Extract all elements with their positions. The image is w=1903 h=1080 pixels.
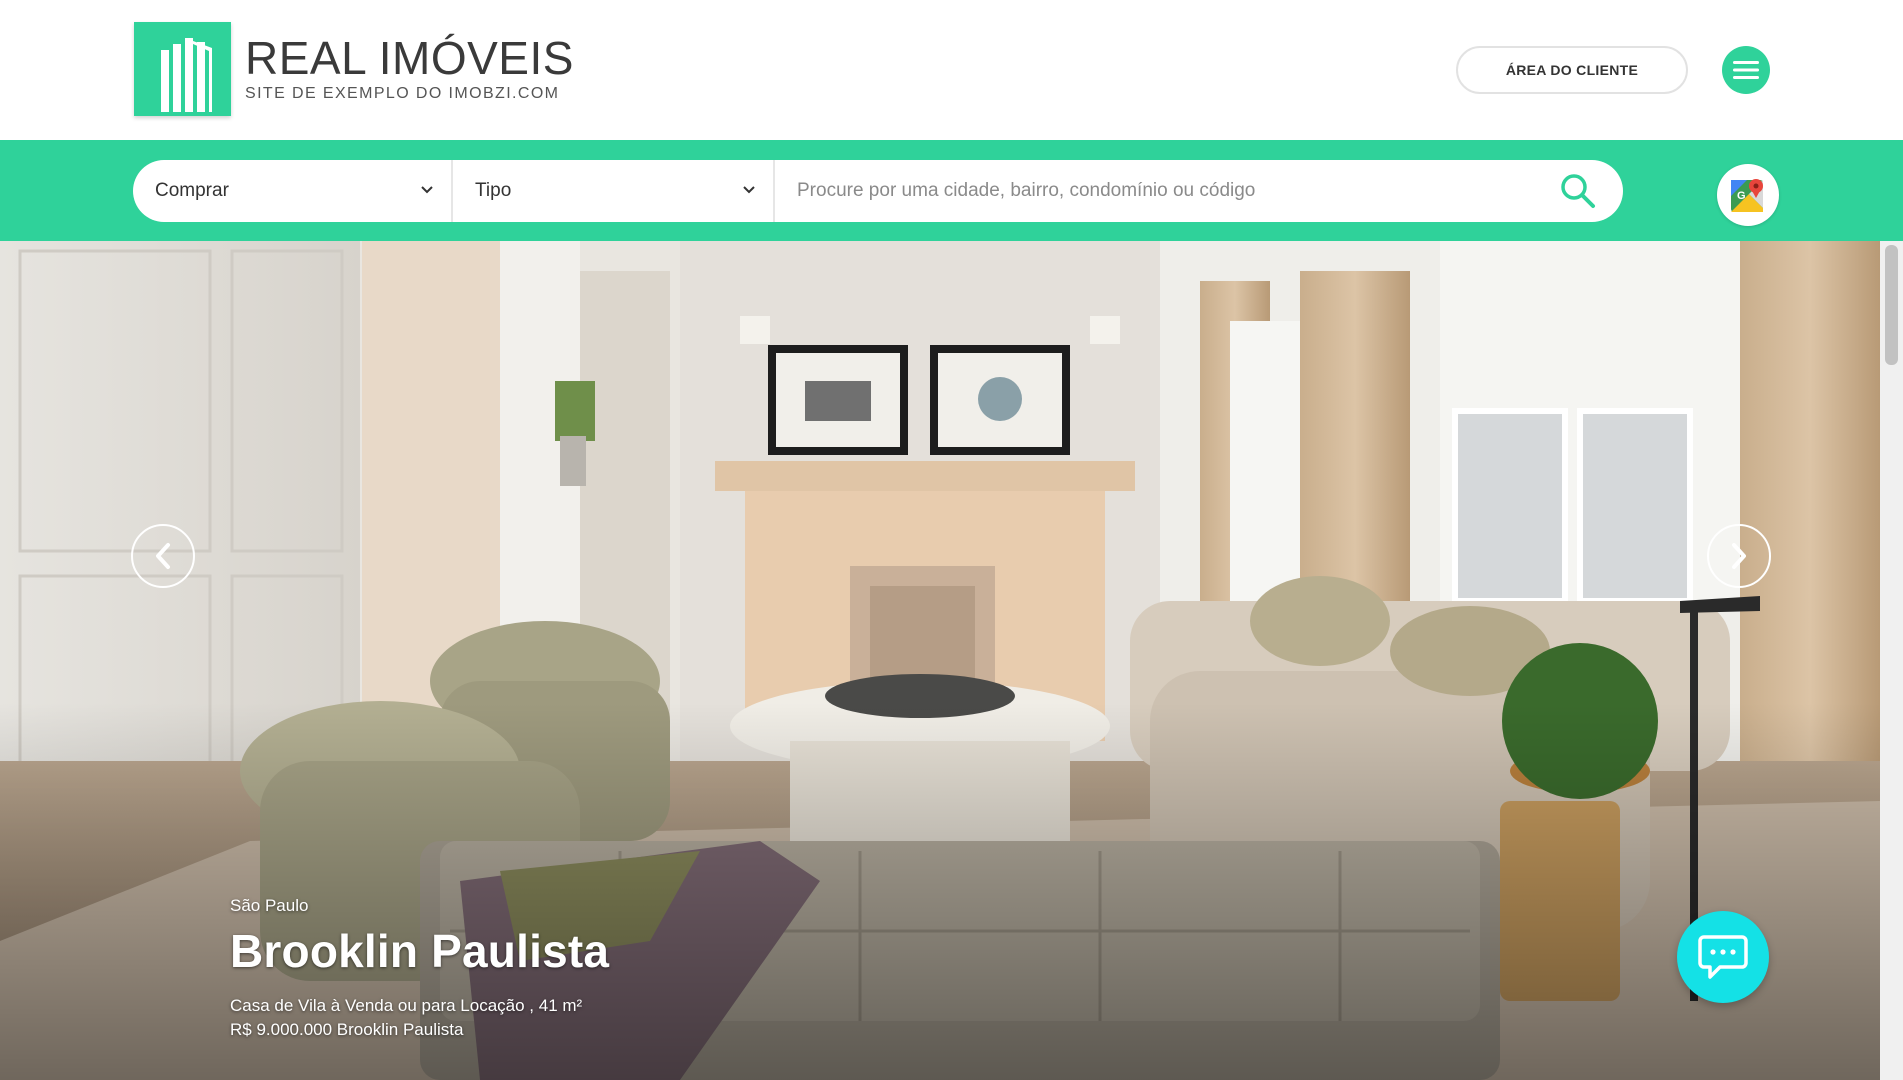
search-box: Comprar Tipo (133, 160, 1623, 222)
chevron-down-icon (421, 186, 433, 194)
transaction-select-value: Comprar (155, 180, 229, 201)
hero-slider[interactable]: São Paulo Brooklin Paulista Casa de Vila… (0, 241, 1880, 1080)
building-logo-icon (134, 22, 231, 116)
search-icon (1561, 174, 1595, 208)
hero-caption[interactable]: São Paulo Brooklin Paulista Casa de Vila… (230, 896, 609, 1040)
map-search-button[interactable]: G (1717, 164, 1779, 226)
google-maps-icon: G (1731, 179, 1763, 212)
hero-city: São Paulo (230, 896, 309, 915)
hamburger-icon (1733, 61, 1759, 79)
search-input[interactable] (775, 160, 1533, 222)
type-select[interactable]: Tipo (453, 160, 775, 222)
site-header: REAL IMÓVEIS SITE DE EXEMPLO DO IMOBZI.C… (0, 0, 1903, 140)
hero-price: R$ 9.000.000 Brooklin Paulista (230, 1020, 464, 1039)
chevron-down-icon (743, 186, 755, 194)
chevron-right-icon (1732, 543, 1746, 569)
brand-title: REAL IMÓVEIS (245, 32, 574, 84)
chevron-left-icon (156, 543, 170, 569)
menu-button[interactable] (1722, 46, 1770, 94)
slider-prev-button[interactable] (131, 524, 195, 588)
scrollbar-thumb[interactable] (1885, 245, 1898, 365)
page-scrollbar[interactable] (1880, 241, 1903, 1080)
search-bar: Comprar Tipo G (0, 140, 1903, 241)
chat-bubble-icon (1698, 935, 1748, 979)
client-area-button[interactable]: ÁREA DO CLIENTE (1456, 46, 1688, 94)
type-select-value: Tipo (475, 180, 512, 201)
hero-description: Casa de Vila à Venda ou para Locação , 4… (230, 996, 583, 1015)
hero-title[interactable]: Brooklin Paulista (230, 924, 609, 978)
brand-subtitle: SITE DE EXEMPLO DO IMOBZI.COM (245, 85, 560, 102)
site-logo[interactable]: REAL IMÓVEIS SITE DE EXEMPLO DO IMOBZI.C… (134, 22, 574, 116)
svg-text:G: G (1737, 190, 1746, 202)
chat-button[interactable] (1677, 911, 1769, 1003)
slider-next-button[interactable] (1707, 524, 1771, 588)
transaction-select[interactable]: Comprar (133, 160, 453, 222)
search-button[interactable] (1533, 160, 1623, 222)
